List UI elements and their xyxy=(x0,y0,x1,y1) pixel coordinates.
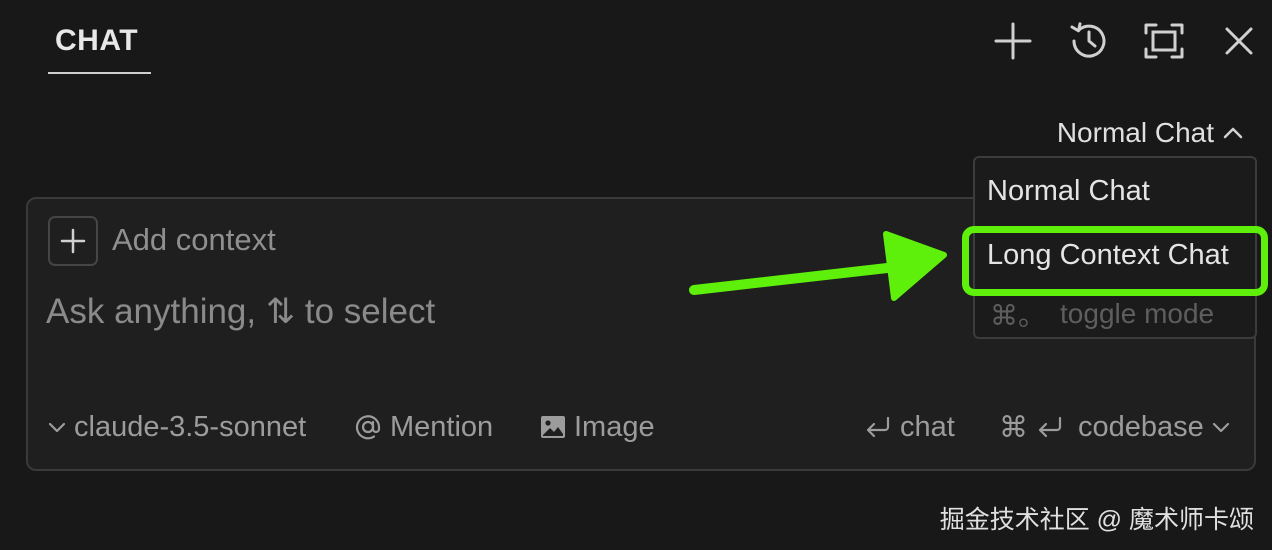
new-chat-button[interactable] xyxy=(990,18,1036,64)
annotation-highlight-box xyxy=(962,226,1268,296)
toggle-mode-hint: ⌘。 toggle mode xyxy=(990,292,1214,336)
toggle-mode-label: toggle mode xyxy=(1060,298,1215,329)
plus-icon xyxy=(60,228,86,254)
tab-chat[interactable]: CHAT xyxy=(48,22,151,74)
command-key-label: ⌘ xyxy=(999,411,1028,444)
add-context-label[interactable]: Add context xyxy=(112,222,276,258)
chevron-up-icon xyxy=(1223,127,1243,139)
close-icon xyxy=(1225,27,1253,55)
annotation-arrow xyxy=(689,231,947,301)
add-context-button[interactable] xyxy=(48,216,98,266)
image-label: Image xyxy=(574,410,655,443)
model-selector[interactable]: claude-3.5-sonnet xyxy=(48,404,306,450)
watermark: 掘金技术社区 @ 魔术师卡颂 xyxy=(939,506,1254,534)
image-icon xyxy=(541,416,565,438)
chat-submit-button[interactable]: chat xyxy=(864,404,955,450)
tab-chat-label: CHAT xyxy=(55,24,139,57)
return-icon xyxy=(1038,416,1062,438)
image-button[interactable]: Image xyxy=(540,404,655,450)
maximize-button[interactable] xyxy=(1141,18,1187,64)
codebase-submit-button[interactable]: ⌘ codebase xyxy=(999,404,1230,450)
toggle-mode-shortcut: ⌘。 xyxy=(990,300,1047,331)
menu-item-normal-chat[interactable]: Normal Chat xyxy=(987,166,1150,216)
mention-button[interactable]: Mention xyxy=(354,404,493,450)
close-button[interactable] xyxy=(1216,18,1262,64)
model-label: claude-3.5-sonnet xyxy=(74,410,307,443)
plus-icon xyxy=(994,22,1032,60)
codebase-label: codebase xyxy=(1078,410,1204,443)
return-icon xyxy=(866,416,890,438)
chevron-down-icon xyxy=(1212,422,1229,433)
maximize-icon xyxy=(1144,23,1184,59)
at-icon xyxy=(355,415,381,440)
chevron-down-icon xyxy=(48,422,66,433)
history-icon xyxy=(1070,22,1106,58)
mode-selector[interactable]: Normal Chat xyxy=(1057,112,1244,154)
history-button[interactable] xyxy=(1066,18,1112,64)
mode-selector-label: Normal Chat xyxy=(1056,117,1214,148)
mention-label: Mention xyxy=(390,410,494,443)
chat-submit-label: chat xyxy=(900,410,955,443)
